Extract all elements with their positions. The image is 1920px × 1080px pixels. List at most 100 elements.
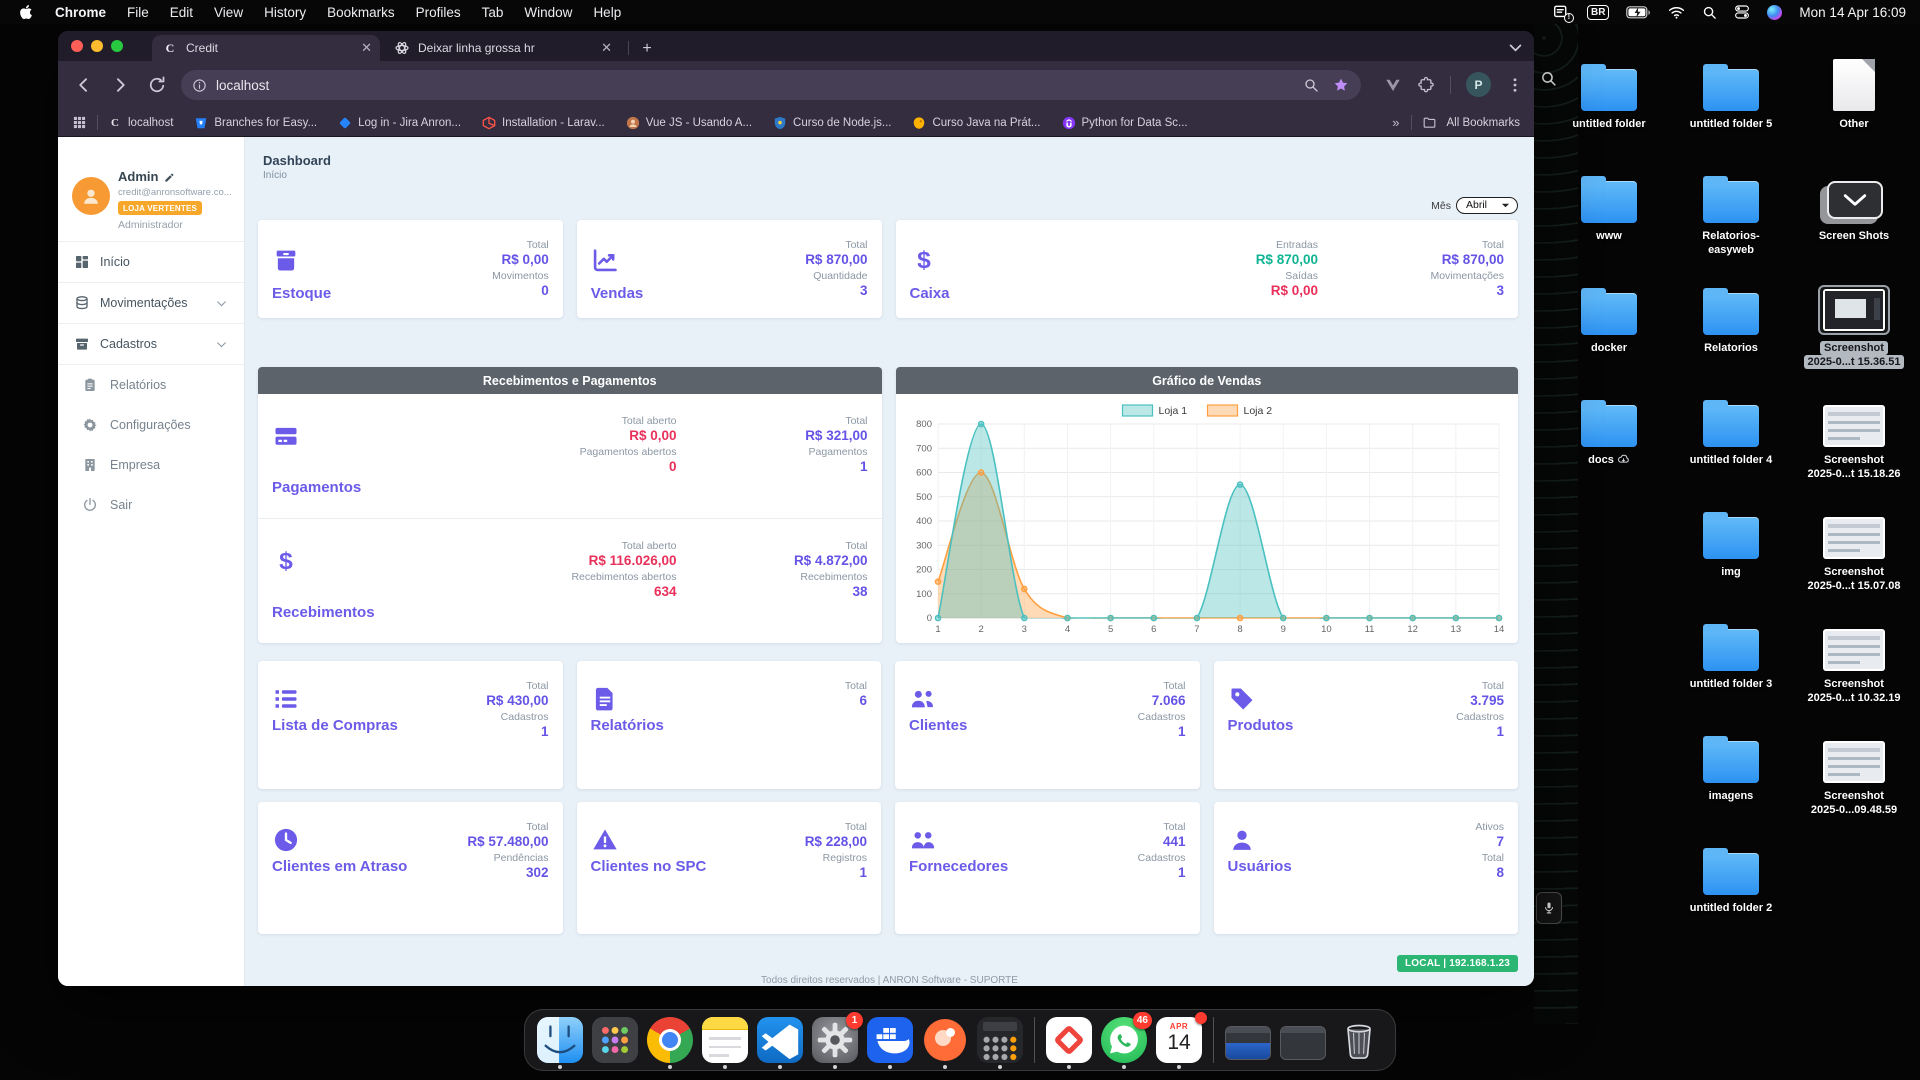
bookmark-item[interactable]: Branches for Easy... [194,116,317,130]
card-clientes-em-atraso[interactable]: Clientes em AtrasoTotalR$ 57.480,00Pendê… [258,802,563,934]
bookmark-item[interactable]: Python for Data Sc... [1062,116,1188,130]
legend-swatch[interactable] [1122,405,1152,416]
bookmark-item[interactable]: Curso de Node.js... [773,116,891,130]
desktop-icon-other[interactable]: Other [1789,51,1919,131]
bookmark-star-icon[interactable] [1333,77,1349,93]
dock-item-whatsapp[interactable]: 46 [1101,1017,1147,1063]
menubar-menu-history[interactable]: History [264,5,306,20]
menubar-menu-tab[interactable]: Tab [482,5,504,20]
edit-pencil-icon[interactable] [164,171,175,182]
user-avatar[interactable] [72,177,110,215]
sidebar-item-configurac-o-es[interactable]: Configurações [58,405,244,445]
sidebar-item-relato-rios[interactable]: Relatórios [58,365,244,405]
card-produtos[interactable]: ProdutosTotal3.795Cadastros1 [1214,661,1519,789]
card-estoque[interactable]: EstoqueTotalR$ 0,00Movimentos0 [258,220,563,318]
sidebar-item-cadastros[interactable]: Cadastros [58,324,244,364]
legend-label[interactable]: Loja 2 [1243,405,1272,417]
desktop-icon-screen-shots[interactable]: Screen Shots [1789,163,1919,243]
profile-avatar[interactable]: P [1466,72,1491,97]
reload-button[interactable] [147,75,167,95]
sidebar-item-ini-cio[interactable]: Início [58,242,244,282]
minimized-window-thumbnail[interactable] [1280,1026,1326,1060]
card-clientes-no-spc[interactable]: Clientes no SPCTotalR$ 228,00Registros1 [577,802,882,934]
desktop-icon-imagens[interactable]: imagens [1666,723,1796,803]
tab-deixar-linha[interactable]: Deixar linha grossa hr ✕ [384,35,620,61]
month-select[interactable]: Abril [1456,197,1518,214]
sidebar-item-sair[interactable]: Sair [58,485,244,525]
dock-item-settings[interactable]: 1 [812,1017,858,1063]
desktop-icon-untitled-folder-2[interactable]: untitled folder 2 [1666,835,1796,915]
all-bookmarks-folder-icon[interactable] [1422,115,1437,130]
bookmark-item[interactable]: Clocalhost [108,116,173,130]
desktop-icon-screenshot-2025-0-09-48-59[interactable]: Screenshot2025-0...09.48.59 [1789,723,1919,817]
dock-item-docker[interactable] [867,1017,913,1063]
siri-icon[interactable] [1767,5,1782,20]
desktop-icon-screenshot-2025-0-t-15-07-08[interactable]: Screenshot2025-0...t 15.07.08 [1789,499,1919,593]
menubar-menu-window[interactable]: Window [524,5,572,20]
card-caixa[interactable]: $CaixaEntradasR$ 870,00SaídasR$ 0,00Tota… [896,220,1519,318]
desktop-icon-docs[interactable]: docs [1544,387,1674,467]
address-bar[interactable]: localhost [181,70,1361,100]
all-bookmarks-label[interactable]: All Bookmarks [1447,117,1521,129]
menubar-clock[interactable]: Mon 14 Apr 16:09 [1799,5,1906,20]
menubar-status-app-icon[interactable]: ! [1553,5,1570,20]
bookmark-item[interactable]: Installation - Larav... [482,116,605,130]
desktop-icon-untitled-folder-4[interactable]: untitled folder 4 [1666,387,1796,467]
tab-close-icon[interactable]: ✕ [591,40,612,56]
dock-item-window-thumb-dark[interactable] [1280,1020,1326,1060]
tab-search-chevron-icon[interactable] [1507,39,1524,56]
extensions-puzzle-icon[interactable] [1417,76,1435,94]
battery-icon[interactable] [1626,6,1651,19]
dock-item-finder[interactable] [537,1017,583,1063]
tab-close-icon[interactable]: ✕ [351,40,372,56]
desktop-icon-untitled-folder-3[interactable]: untitled folder 3 [1666,611,1796,691]
desktop-icon-screenshot-2025-0-t-15-36-51[interactable]: Screenshot2025-0...t 15.36.51 [1789,275,1919,369]
dock-item-red-app[interactable] [1046,1017,1092,1063]
browser-menu-icon[interactable] [1506,76,1524,94]
new-tab-button[interactable]: + [636,38,658,60]
bookmark-item[interactable]: Log in - Jira Anron... [338,116,461,130]
menubar-menu-file[interactable]: File [127,5,149,20]
wifi-icon[interactable] [1668,6,1685,19]
desktop-icon-relatorios-easyweb[interactable]: Relatorios-easyweb [1666,163,1796,257]
dock-item-calendar[interactable]: APR14 [1156,1017,1202,1063]
dictation-mic-popover[interactable] [1536,892,1562,924]
legend-label[interactable]: Loja 1 [1158,405,1187,417]
dock-item-window-thumb-blue[interactable] [1225,1020,1271,1060]
close-window-button[interactable] [71,40,83,52]
dock-item-trash[interactable] [1335,1017,1383,1063]
menubar-menu-bookmarks[interactable]: Bookmarks [327,5,395,20]
desktop-icon-screenshot-2025-0-t-10-32-19[interactable]: Screenshot2025-0...t 10.32.19 [1789,611,1919,705]
apple-logo-icon[interactable] [20,4,34,20]
card-lista-de-compras[interactable]: Lista de ComprasTotalR$ 430,00Cadastros1 [258,661,563,789]
card-clientes[interactable]: ClientesTotal7.066Cadastros1 [895,661,1200,789]
menubar-app-name[interactable]: Chrome [55,5,106,20]
zoom-window-button[interactable] [111,40,123,52]
minimize-window-button[interactable] [91,40,103,52]
desktop-icon-untitled-folder[interactable]: untitled folder [1544,51,1674,131]
sidebar-item-movimentac-o-es[interactable]: Movimentações [58,283,244,323]
control-center-icon[interactable] [1734,4,1750,20]
card-fornecedores[interactable]: FornecedoresTotal441Cadastros1 [895,802,1200,934]
bookmark-item[interactable]: Vue JS - Usando A... [626,116,752,130]
legend-swatch[interactable] [1207,405,1237,416]
bookmark-item[interactable]: Curso Java na Prát... [912,116,1040,130]
desktop-icon-www[interactable]: www [1544,163,1674,243]
keyboard-layout-indicator[interactable]: BR [1587,5,1609,20]
desktop-icon-docker[interactable]: docker [1544,275,1674,355]
menubar-menu-edit[interactable]: Edit [170,5,193,20]
forward-button[interactable] [110,75,130,95]
vue-devtools-extension-icon[interactable] [1384,76,1402,94]
card-usua-rios[interactable]: UsuáriosAtivos7Total8 [1214,802,1519,934]
dock-item-calculator[interactable] [977,1017,1023,1063]
back-button[interactable] [74,75,94,95]
dock-item-vscode[interactable] [757,1017,803,1063]
bookmarks-overflow-chevron[interactable]: » [1392,115,1400,130]
tab-credit[interactable]: C Credit ✕ [152,35,380,61]
spotlight-icon[interactable] [1702,5,1717,20]
minimized-window-thumbnail[interactable] [1225,1026,1271,1060]
desktop-icon-relatorios[interactable]: Relatorios [1666,275,1796,355]
card-relato-rios[interactable]: RelatóriosTotal6 [577,661,882,789]
menubar-menu-view[interactable]: View [214,5,243,20]
find-in-page-icon[interactable] [1303,77,1319,93]
